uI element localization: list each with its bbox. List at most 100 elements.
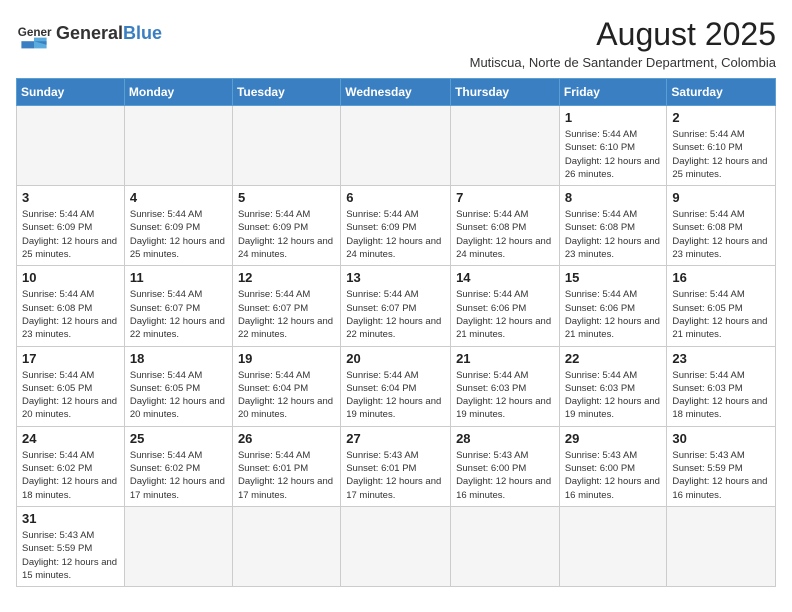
calendar-cell: 5 Sunrise: 5:44 AM Sunset: 6:09 PM Daylig…: [232, 186, 340, 266]
calendar-cell: 22 Sunrise: 5:44 AM Sunset: 6:03 PM Dayli…: [559, 346, 667, 426]
calendar-cell: 4Sunrise: 5:44 AM Sunset: 6:09 PM Daylig…: [124, 186, 232, 266]
calendar-cell: 1Sunrise: 5:44 AM Sunset: 6:10 PM Daylig…: [559, 106, 667, 186]
calendar-cell: 24Sunrise: 5:44 AM Sunset: 6:02 PM Dayli…: [17, 426, 125, 506]
day-info: Sunrise: 5:44 AM Sunset: 6:09 PM Dayligh…: [346, 208, 445, 261]
day-info: Sunrise: 5:44 AM Sunset: 6:03 PM Dayligh…: [672, 369, 770, 422]
logo: General GeneralBlue: [16, 16, 162, 52]
day-number: 5: [238, 190, 335, 205]
day-number: 13: [346, 270, 445, 285]
day-number: 30: [672, 431, 770, 446]
day-info: Sunrise: 5:44 AM Sunset: 6:09 PM Dayligh…: [22, 208, 119, 261]
day-number: 23: [672, 351, 770, 366]
calendar-cell: [124, 506, 232, 586]
day-number: 9: [672, 190, 770, 205]
calendar-cell: 12 Sunrise: 5:44 AM Sunset: 6:07 PM Dayli…: [232, 266, 340, 346]
calendar-cell: 11Sunrise: 5:44 AM Sunset: 6:07 PM Dayli…: [124, 266, 232, 346]
calendar-table: SundayMondayTuesdayWednesdayThursdayFrid…: [16, 78, 776, 587]
calendar-cell: 14 Sunrise: 5:44 AM Sunset: 6:06 PM Dayli…: [451, 266, 560, 346]
calendar-cell: 30Sunrise: 5:43 AM Sunset: 5:59 PM Dayli…: [667, 426, 776, 506]
calendar-cell: 21 Sunrise: 5:44 AM Sunset: 6:03 PM Dayli…: [451, 346, 560, 426]
calendar-cell: [451, 506, 560, 586]
calendar-cell: 28Sunrise: 5:43 AM Sunset: 6:00 PM Dayli…: [451, 426, 560, 506]
weekday-header-saturday: Saturday: [667, 79, 776, 106]
day-info: Sunrise: 5:44 AM Sunset: 6:06 PM Dayligh…: [565, 288, 662, 341]
calendar-cell: 2Sunrise: 5:44 AM Sunset: 6:10 PM Daylig…: [667, 106, 776, 186]
day-number: 10: [22, 270, 119, 285]
logo-blue: Blue: [123, 23, 162, 43]
day-number: 27: [346, 431, 445, 446]
calendar-week-row: 24Sunrise: 5:44 AM Sunset: 6:02 PM Dayli…: [17, 426, 776, 506]
day-info: Sunrise: 5:44 AM Sunset: 6:09 PM Dayligh…: [130, 208, 227, 261]
day-info: Sunrise: 5:44 AM Sunset: 6:09 PM Dayligh…: [238, 208, 335, 261]
month-year-title: August 2025: [470, 16, 776, 53]
weekday-header-friday: Friday: [559, 79, 667, 106]
day-number: 19: [238, 351, 335, 366]
calendar-cell: [341, 106, 451, 186]
weekday-header-tuesday: Tuesday: [232, 79, 340, 106]
weekday-header-monday: Monday: [124, 79, 232, 106]
day-number: 3: [22, 190, 119, 205]
day-number: 26: [238, 431, 335, 446]
day-info: Sunrise: 5:44 AM Sunset: 6:08 PM Dayligh…: [22, 288, 119, 341]
calendar-week-row: 3 Sunrise: 5:44 AM Sunset: 6:09 PM Daylig…: [17, 186, 776, 266]
day-info: Sunrise: 5:44 AM Sunset: 6:03 PM Dayligh…: [565, 369, 662, 422]
calendar-cell: 7Sunrise: 5:44 AM Sunset: 6:08 PM Daylig…: [451, 186, 560, 266]
calendar-cell: 8Sunrise: 5:44 AM Sunset: 6:08 PM Daylig…: [559, 186, 667, 266]
calendar-cell: [667, 506, 776, 586]
day-info: Sunrise: 5:44 AM Sunset: 6:06 PM Dayligh…: [456, 288, 554, 341]
weekday-header-wednesday: Wednesday: [341, 79, 451, 106]
day-number: 29: [565, 431, 662, 446]
day-info: Sunrise: 5:44 AM Sunset: 6:01 PM Dayligh…: [238, 449, 335, 502]
day-info: Sunrise: 5:44 AM Sunset: 6:07 PM Dayligh…: [346, 288, 445, 341]
calendar-cell: 16 Sunrise: 5:44 AM Sunset: 6:05 PM Dayli…: [667, 266, 776, 346]
day-number: 15: [565, 270, 662, 285]
day-info: Sunrise: 5:44 AM Sunset: 6:05 PM Dayligh…: [130, 369, 227, 422]
calendar-cell: [341, 506, 451, 586]
day-info: Sunrise: 5:44 AM Sunset: 6:08 PM Dayligh…: [672, 208, 770, 261]
calendar-cell: [17, 106, 125, 186]
day-number: 7: [456, 190, 554, 205]
calendar-cell: 6Sunrise: 5:44 AM Sunset: 6:09 PM Daylig…: [341, 186, 451, 266]
generalblue-logo-icon: General: [16, 16, 52, 52]
calendar-week-row: 10 Sunrise: 5:44 AM Sunset: 6:08 PM Dayli…: [17, 266, 776, 346]
title-area: August 2025 Mutiscua, Norte de Santander…: [470, 16, 776, 70]
day-info: Sunrise: 5:44 AM Sunset: 6:04 PM Dayligh…: [238, 369, 335, 422]
day-number: 22: [565, 351, 662, 366]
calendar-cell: 31Sunrise: 5:43 AM Sunset: 5:59 PM Dayli…: [17, 506, 125, 586]
logo-general: General: [56, 23, 123, 43]
calendar-cell: 13 Sunrise: 5:44 AM Sunset: 6:07 PM Dayli…: [341, 266, 451, 346]
calendar-cell: 15 Sunrise: 5:44 AM Sunset: 6:06 PM Dayli…: [559, 266, 667, 346]
calendar-cell: 23 Sunrise: 5:44 AM Sunset: 6:03 PM Dayli…: [667, 346, 776, 426]
day-number: 21: [456, 351, 554, 366]
calendar-week-row: 17Sunrise: 5:44 AM Sunset: 6:05 PM Dayli…: [17, 346, 776, 426]
calendar-week-row: 31Sunrise: 5:43 AM Sunset: 5:59 PM Dayli…: [17, 506, 776, 586]
day-number: 16: [672, 270, 770, 285]
day-number: 2: [672, 110, 770, 125]
day-info: Sunrise: 5:44 AM Sunset: 6:08 PM Dayligh…: [565, 208, 662, 261]
day-number: 28: [456, 431, 554, 446]
calendar-cell: 3 Sunrise: 5:44 AM Sunset: 6:09 PM Daylig…: [17, 186, 125, 266]
weekday-header-row: SundayMondayTuesdayWednesdayThursdayFrid…: [17, 79, 776, 106]
logo-text: GeneralBlue: [56, 24, 162, 44]
day-number: 12: [238, 270, 335, 285]
day-info: Sunrise: 5:43 AM Sunset: 6:00 PM Dayligh…: [565, 449, 662, 502]
day-info: Sunrise: 5:44 AM Sunset: 6:07 PM Dayligh…: [238, 288, 335, 341]
day-info: Sunrise: 5:44 AM Sunset: 6:05 PM Dayligh…: [22, 369, 119, 422]
day-info: Sunrise: 5:44 AM Sunset: 6:04 PM Dayligh…: [346, 369, 445, 422]
calendar-cell: 18Sunrise: 5:44 AM Sunset: 6:05 PM Dayli…: [124, 346, 232, 426]
day-number: 14: [456, 270, 554, 285]
day-info: Sunrise: 5:44 AM Sunset: 6:03 PM Dayligh…: [456, 369, 554, 422]
calendar-cell: 27Sunrise: 5:43 AM Sunset: 6:01 PM Dayli…: [341, 426, 451, 506]
day-info: Sunrise: 5:44 AM Sunset: 6:02 PM Dayligh…: [130, 449, 227, 502]
day-info: Sunrise: 5:44 AM Sunset: 6:05 PM Dayligh…: [672, 288, 770, 341]
calendar-cell: 17Sunrise: 5:44 AM Sunset: 6:05 PM Dayli…: [17, 346, 125, 426]
calendar-cell: 25 Sunrise: 5:44 AM Sunset: 6:02 PM Dayli…: [124, 426, 232, 506]
day-info: Sunrise: 5:44 AM Sunset: 6:10 PM Dayligh…: [565, 128, 662, 181]
day-number: 25: [130, 431, 227, 446]
day-number: 11: [130, 270, 227, 285]
calendar-cell: 9 Sunrise: 5:44 AM Sunset: 6:08 PM Daylig…: [667, 186, 776, 266]
svg-text:General: General: [18, 26, 52, 39]
calendar-cell: 20Sunrise: 5:44 AM Sunset: 6:04 PM Dayli…: [341, 346, 451, 426]
calendar-cell: 19 Sunrise: 5:44 AM Sunset: 6:04 PM Dayli…: [232, 346, 340, 426]
day-info: Sunrise: 5:44 AM Sunset: 6:02 PM Dayligh…: [22, 449, 119, 502]
